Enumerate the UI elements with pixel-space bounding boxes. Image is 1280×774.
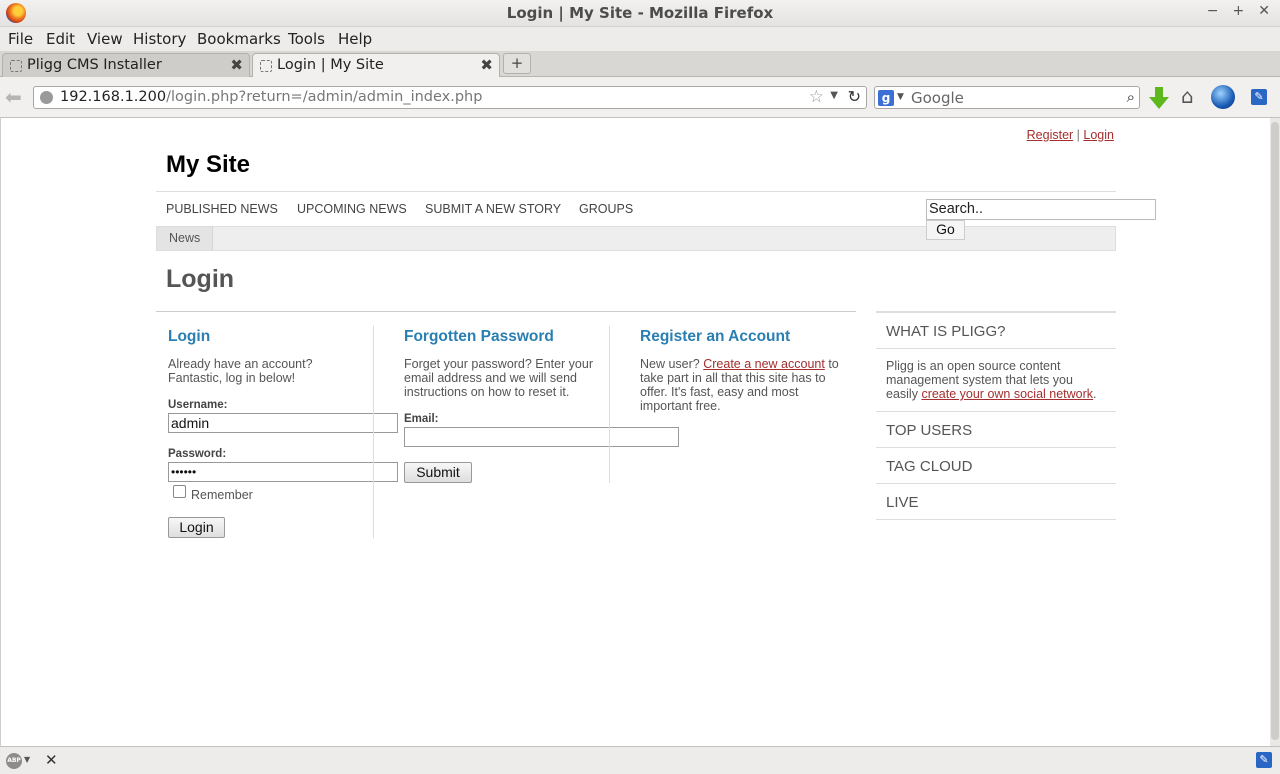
login-intro: Already have an account? Fantastic, log … — [168, 357, 313, 385]
email-label: Email: — [404, 413, 439, 425]
close-addon-bar-icon[interactable]: ✕ — [45, 751, 58, 769]
top-links: Register | Login — [1027, 128, 1114, 142]
search-engine-dropdown-icon[interactable]: ▼ — [897, 92, 904, 102]
reload-icon[interactable]: ↻ — [848, 87, 861, 106]
blue-ball-icon[interactable] — [1211, 85, 1235, 109]
menu-bookmarks[interactable]: Bookmarks — [197, 30, 281, 48]
search-icon[interactable]: ⌕ — [1127, 88, 1135, 106]
tab-bar: Pligg CMS Installer ✖ Login | My Site ✖ — [0, 51, 1280, 78]
link-separator: | — [1076, 128, 1080, 142]
login-button[interactable]: Login — [168, 517, 225, 538]
download-arrow-icon[interactable] — [1149, 87, 1169, 109]
menu-tools[interactable]: Tools — [288, 30, 325, 48]
maximize-icon[interactable]: + — [1233, 3, 1245, 19]
sidebar-heading[interactable]: TAG CLOUD — [876, 448, 1116, 483]
register-intro: New user? Create a new account to take p… — [640, 357, 839, 413]
close-tab-icon[interactable]: ✖ — [480, 56, 493, 74]
social-network-link[interactable]: create your own social network — [921, 387, 1093, 401]
login-column: Login Already have an account? Fantastic… — [168, 328, 368, 385]
nav-submit-story[interactable]: SUBMIT A NEW STORY — [425, 202, 561, 216]
menu-bar: File Edit View History Bookmarks Tools H… — [0, 27, 1280, 51]
site-search-input[interactable]: Search.. — [926, 199, 1156, 220]
back-arrow-icon[interactable]: ⬅ — [5, 85, 22, 109]
menu-history[interactable]: History — [133, 30, 186, 48]
forgot-password-intro: Forget your password? Enter your email a… — [404, 357, 593, 399]
sidebar-what-is-text: Pligg is an open source content manageme… — [876, 348, 1116, 411]
username-label: Username: — [168, 399, 228, 411]
nav-upcoming-news[interactable]: UPCOMING NEWS — [297, 202, 407, 216]
tab-label: Login | My Site — [277, 57, 384, 73]
pen-icon[interactable]: ✎ — [1256, 752, 1272, 768]
remember-checkbox[interactable] — [173, 485, 186, 498]
scrollbar-thumb[interactable] — [1271, 122, 1279, 740]
window-titlebar: Login | My Site - Mozilla Firefox − + ✕ — [0, 0, 1280, 27]
login-link[interactable]: Login — [1083, 128, 1114, 142]
url-dropdown-icon[interactable]: ▼ — [830, 90, 838, 101]
column-divider — [609, 326, 610, 483]
register-heading: Register an Account — [640, 328, 791, 345]
forgot-password-heading: Forgotten Password — [404, 328, 554, 345]
sidebar-what-is-pligg: WHAT IS PLIGG? Pligg is an open source c… — [876, 311, 1116, 411]
close-window-icon[interactable]: ✕ — [1258, 3, 1270, 19]
blank-page-icon — [260, 60, 272, 72]
page-viewport: Register | Login My Site PUBLISHED NEWS … — [0, 118, 1270, 746]
home-icon[interactable]: ⌂ — [1181, 84, 1194, 108]
sidebar-heading[interactable]: WHAT IS PLIGG? — [876, 313, 1116, 348]
search-placeholder[interactable]: Google — [911, 89, 964, 107]
submit-button[interactable]: Submit — [404, 462, 472, 483]
tab-pligg-installer[interactable]: Pligg CMS Installer ✖ — [2, 53, 250, 77]
site-search-go-button[interactable]: Go — [926, 220, 965, 240]
password-label: Password: — [168, 448, 227, 460]
sidebar-heading[interactable]: LIVE — [876, 484, 1116, 519]
new-tab-button[interactable]: + — [503, 53, 531, 74]
forgot-password-column: Forgotten Password Forget your password?… — [404, 328, 599, 399]
minimize-icon[interactable]: − — [1207, 3, 1219, 19]
blank-page-icon — [10, 60, 22, 72]
url-text[interactable]: 192.168.1.200/login.php?return=/admin/ad… — [60, 89, 482, 105]
password-field[interactable]: •••••• — [168, 462, 398, 482]
nav-groups[interactable]: GROUPS — [579, 202, 633, 216]
username-field[interactable]: admin — [168, 413, 398, 433]
remember-label: Remember — [191, 488, 253, 502]
globe-icon — [40, 91, 53, 104]
heading-divider — [156, 311, 856, 312]
create-account-link[interactable]: Create a new account — [703, 357, 825, 371]
subnav-news[interactable]: News — [157, 227, 214, 250]
site-title[interactable]: My Site — [166, 151, 250, 179]
sidebar-bottom-rule — [876, 519, 1116, 520]
sidebar-live: LIVE — [876, 483, 1116, 519]
menu-edit[interactable]: Edit — [46, 30, 75, 48]
menu-view[interactable]: View — [87, 30, 123, 48]
browser-search-bar[interactable]: g ▼ Google ⌕ — [874, 86, 1140, 109]
tab-label: Pligg CMS Installer — [27, 57, 162, 73]
sidebar-top-users: TOP USERS — [876, 411, 1116, 447]
status-bar: ABP ▼ ✕ ✎ — [0, 746, 1280, 774]
url-bar[interactable]: 192.168.1.200/login.php?return=/admin/ad… — [33, 86, 867, 109]
pen-icon[interactable]: ✎ — [1251, 89, 1267, 105]
menu-file[interactable]: File — [8, 30, 33, 48]
vertical-scrollbar[interactable] — [1270, 118, 1280, 746]
window-controls: − + ✕ — [1207, 3, 1270, 19]
register-link[interactable]: Register — [1027, 128, 1074, 142]
column-divider — [373, 326, 374, 538]
menu-help[interactable]: Help — [338, 30, 372, 48]
navigation-toolbar: ⬅ 192.168.1.200/login.php?return=/admin/… — [0, 77, 1280, 118]
sidebar-heading[interactable]: TOP USERS — [876, 412, 1116, 447]
sub-nav: News — [156, 226, 1116, 251]
register-column: Register an Account New user? Create a n… — [640, 328, 840, 413]
close-tab-icon[interactable]: ✖ — [230, 56, 243, 74]
tab-login[interactable]: Login | My Site ✖ — [252, 53, 500, 78]
login-heading: Login — [168, 328, 211, 345]
adblock-dropdown-icon[interactable]: ▼ — [24, 755, 30, 764]
page-title: Login — [166, 265, 235, 293]
google-icon[interactable]: g — [878, 90, 894, 106]
adblock-icon[interactable]: ABP — [6, 753, 22, 769]
nav-published-news[interactable]: PUBLISHED NEWS — [166, 202, 278, 216]
sidebar: WHAT IS PLIGG? Pligg is an open source c… — [876, 311, 1116, 520]
email-field[interactable] — [404, 427, 679, 447]
bookmark-star-icon[interactable]: ☆ — [809, 87, 824, 107]
sidebar-tag-cloud: TAG CLOUD — [876, 447, 1116, 483]
window-title: Login | My Site - Mozilla Firefox — [506, 4, 774, 22]
